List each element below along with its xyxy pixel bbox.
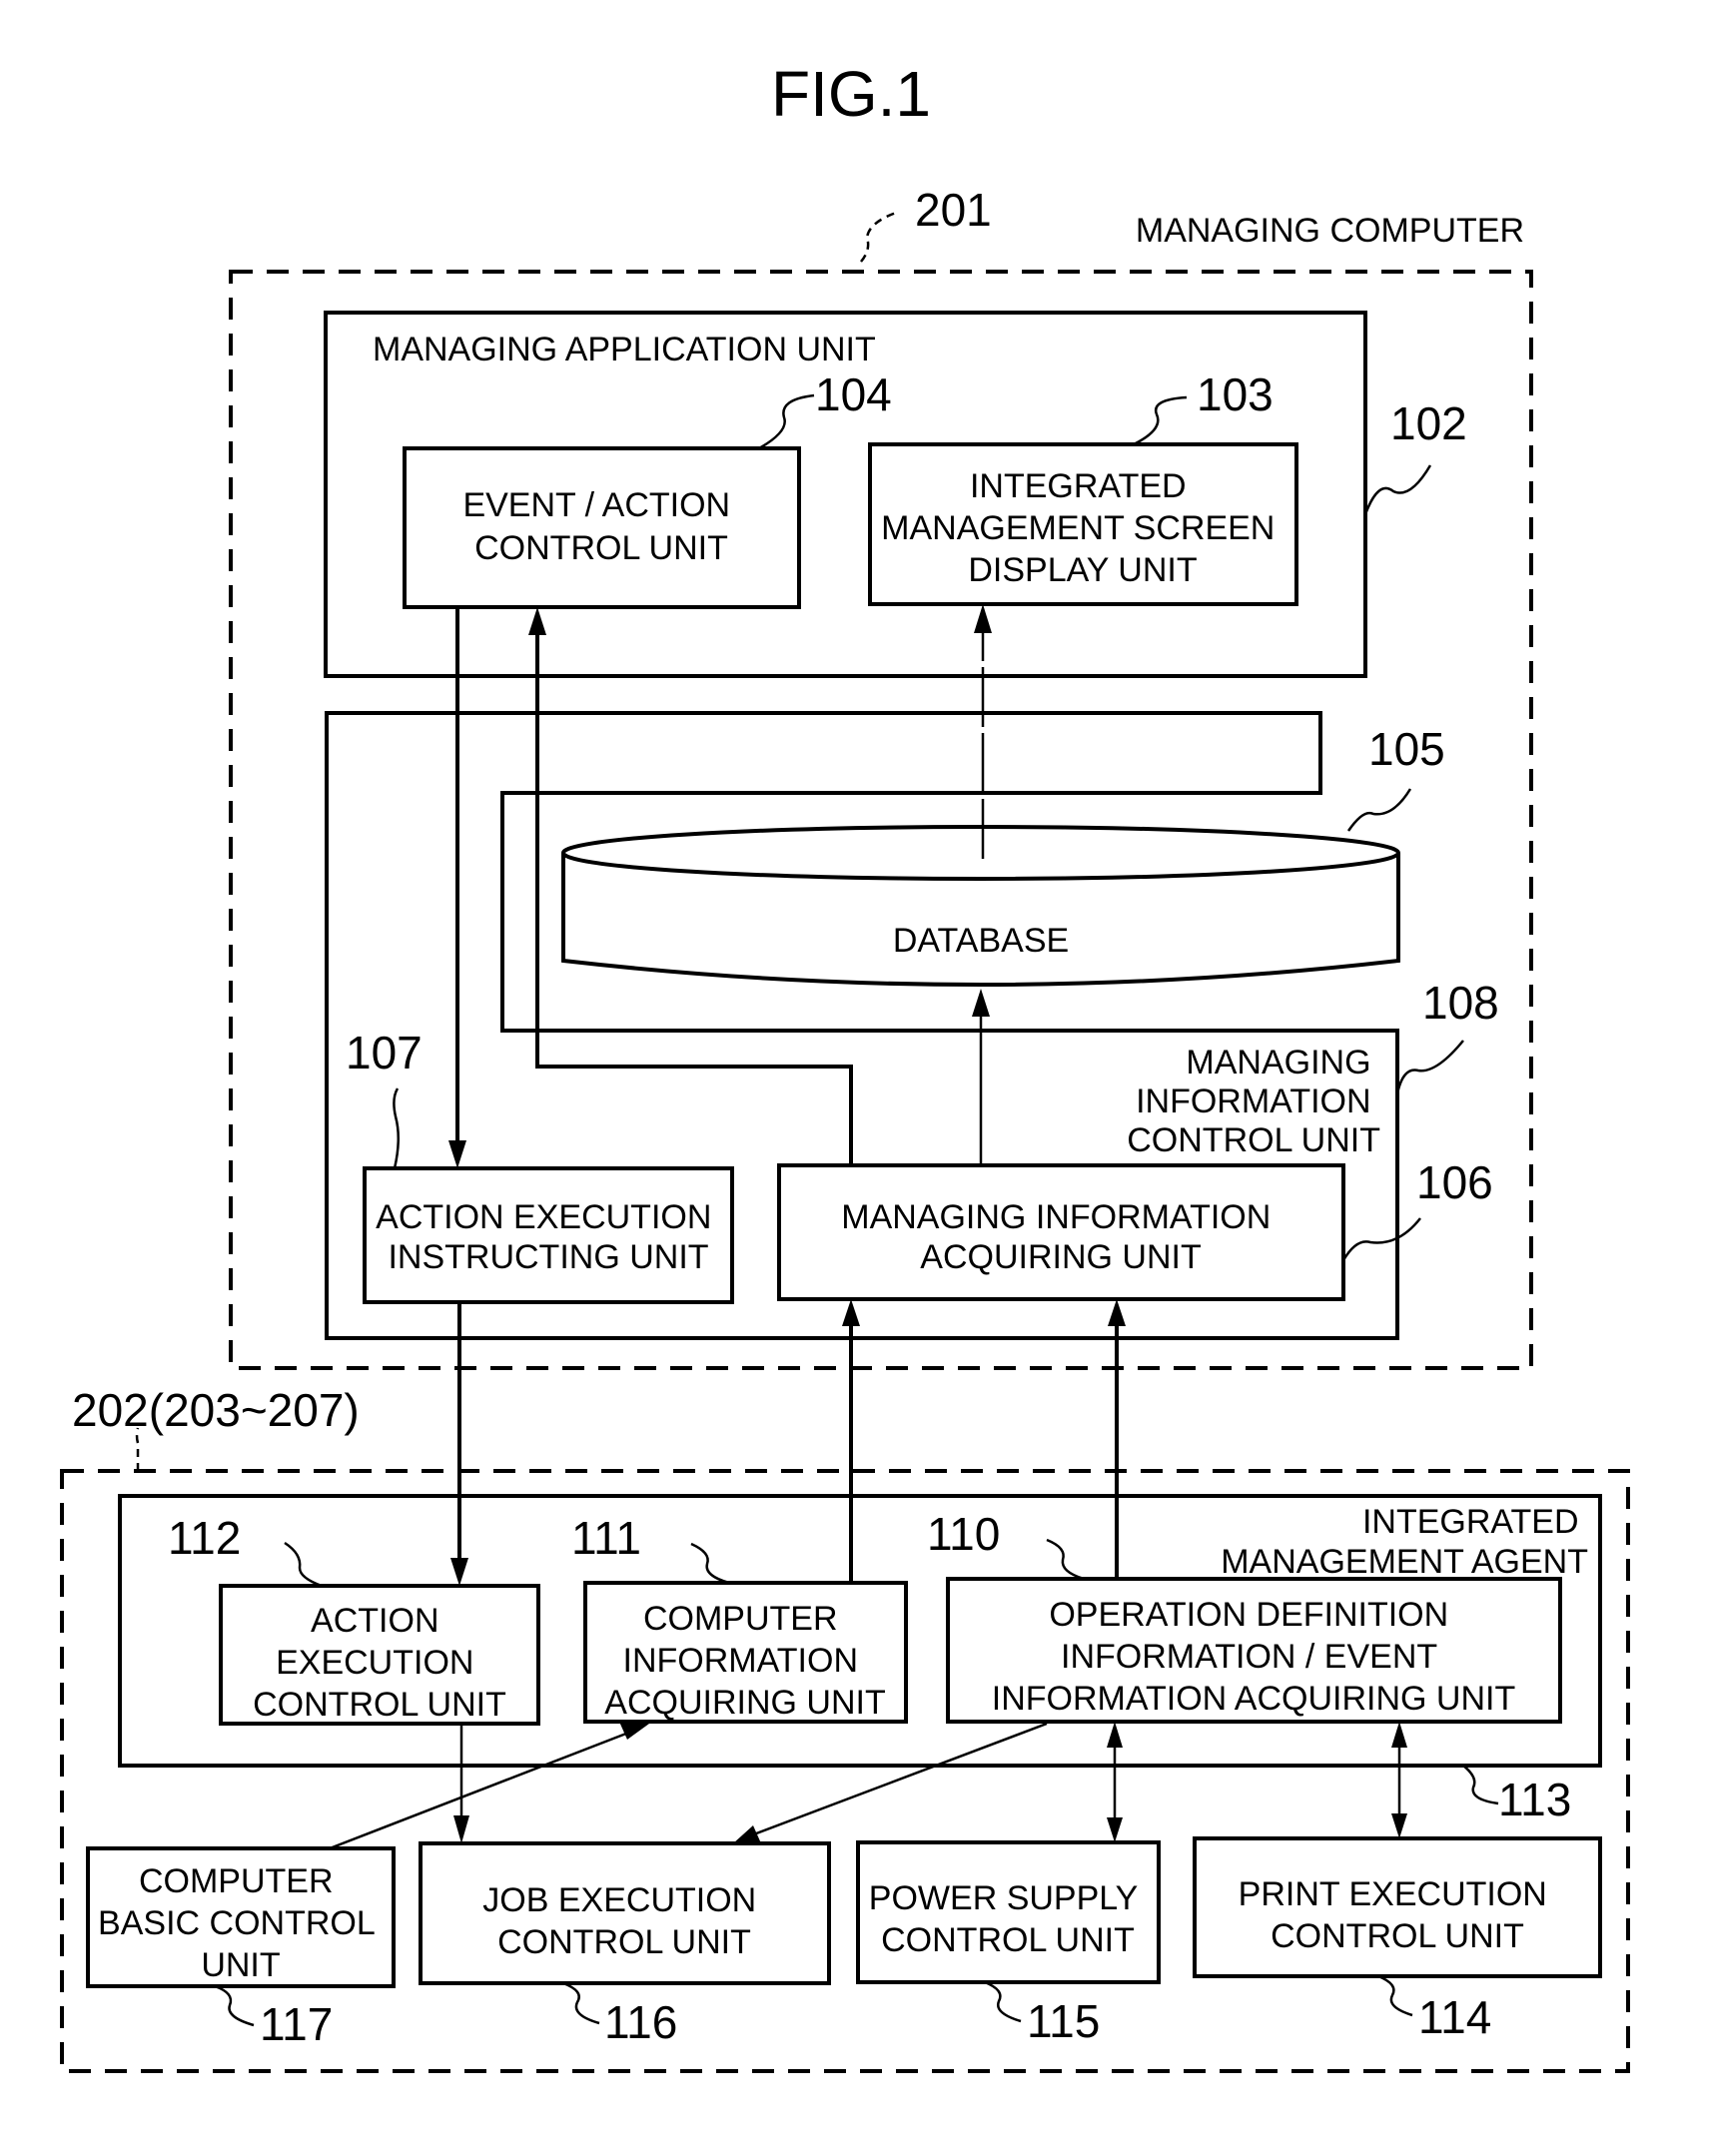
- ref-115-leader: [984, 1980, 1022, 2023]
- ref-105: 105: [1368, 723, 1445, 775]
- ref-117-leader: [214, 1984, 255, 2027]
- ref-201-leader: [860, 210, 900, 263]
- ref-111-leader: [690, 1542, 730, 1585]
- integrated-management-agent-label: INTEGRATED MANAGEMENT AGENT: [1221, 1503, 1588, 1581]
- arrowhead-into-107: [448, 1140, 466, 1168]
- ref-108: 108: [1422, 977, 1499, 1029]
- ref-105-leader: [1346, 788, 1412, 832]
- managing-application-unit-label: MANAGING APPLICATION UNIT: [373, 331, 876, 368]
- arrowhead-into-110-a: [1107, 1722, 1123, 1748]
- operation-definition-event-acquiring-unit-label: OPERATION DEFINITION INFORMATION / EVENT…: [992, 1596, 1515, 1718]
- ref-202: 202(203~207): [72, 1384, 360, 1436]
- arrowhead-into-116-a: [453, 1815, 469, 1843]
- connector-110-to-116: [750, 1722, 1048, 1837]
- ref-116-leader: [562, 1981, 600, 2025]
- figure-title: FIG.1: [771, 58, 931, 130]
- ref-201: 201: [915, 184, 992, 236]
- ref-104-leader: [758, 393, 815, 450]
- managing-information-control-unit-label: MANAGING INFORMATION CONTROL UNIT: [1127, 1044, 1380, 1159]
- ref-102-leader: [1363, 464, 1432, 515]
- ref-112: 112: [168, 1512, 241, 1564]
- arrowhead-into-115: [1107, 1817, 1123, 1842]
- ref-117: 117: [260, 1998, 333, 2050]
- ref-104: 104: [815, 368, 892, 420]
- computer-information-acquiring-unit-label: COMPUTER INFORMATION ACQUIRING UNIT: [604, 1600, 885, 1722]
- arrowhead-into-106-b: [1108, 1299, 1126, 1326]
- ref-102: 102: [1390, 397, 1467, 449]
- event-action-control-unit: [403, 446, 801, 609]
- arrowhead-into-database: [972, 989, 990, 1017]
- ref-113-leader: [1462, 1765, 1499, 1805]
- ref-110: 110: [927, 1508, 1000, 1560]
- ref-115: 115: [1027, 1995, 1100, 2047]
- arrowhead-into-111: [619, 1722, 649, 1740]
- block-diagram: FIG.1 201 MANAGING COMPUTER MANAGING APP…: [60, 58, 1630, 2073]
- arrowhead-into-106-a: [842, 1299, 860, 1326]
- database-label: DATABASE: [893, 922, 1069, 960]
- ref-107: 107: [346, 1027, 423, 1078]
- ref-103: 103: [1197, 368, 1274, 420]
- ref-107-leader: [393, 1087, 400, 1169]
- ref-113: 113: [1498, 1774, 1571, 1825]
- ref-108-leader: [1395, 1040, 1464, 1094]
- arrowhead-into-112: [450, 1558, 468, 1586]
- ref-114: 114: [1418, 1991, 1491, 2043]
- arrowhead-into-110-b: [1391, 1722, 1407, 1748]
- ref-116: 116: [604, 1996, 677, 2048]
- ref-114-leader: [1377, 1974, 1413, 2017]
- ref-103-leader: [1133, 395, 1188, 446]
- arrowhead-into-103: [974, 604, 992, 633]
- ref-106: 106: [1416, 1156, 1493, 1208]
- connector-117-to-111: [329, 1730, 632, 1850]
- arrowhead-into-116-b: [733, 1825, 761, 1843]
- ref-106-leader: [1341, 1217, 1421, 1261]
- arrowhead-into-114: [1391, 1813, 1407, 1838]
- ref-111: 111: [571, 1512, 641, 1564]
- ref-112-leader: [284, 1541, 323, 1588]
- database-cylinder: [561, 825, 1400, 987]
- managing-computer-label: MANAGING COMPUTER: [1136, 212, 1524, 250]
- arrowhead-into-104: [528, 607, 546, 635]
- ref-110-leader: [1046, 1538, 1085, 1581]
